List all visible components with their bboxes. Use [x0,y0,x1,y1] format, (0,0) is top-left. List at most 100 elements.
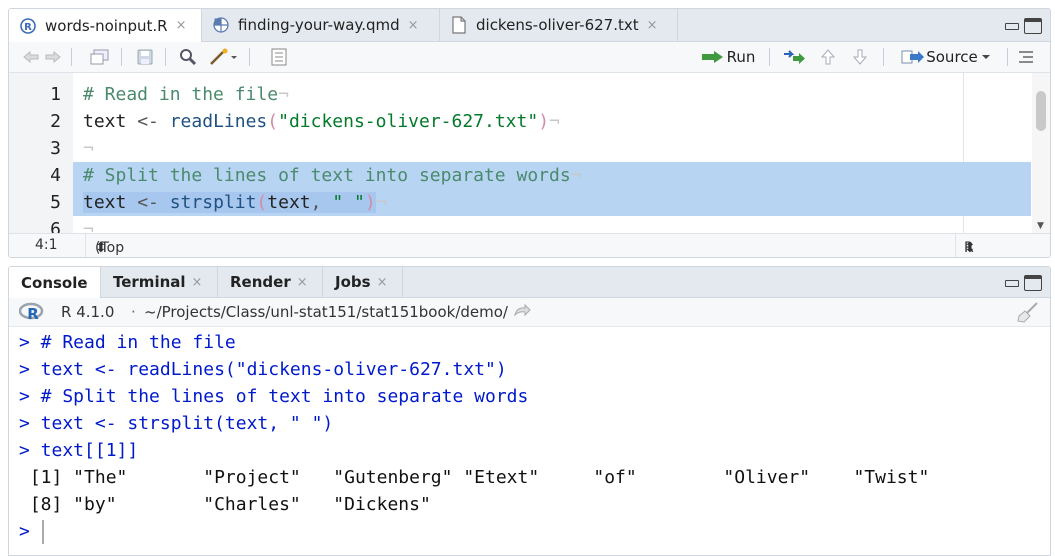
go-to-directory-icon[interactable] [513,303,531,323]
console-pane: Console Terminal × Render × Jobs × R R 4… [8,266,1051,556]
line-number: 6 [50,219,61,233]
source-editor-pane: R words-noinput.R × finding-your-way.qmd… [8,8,1051,258]
code-text: text <- readLines("dickens-oliver-627.tx… [83,108,560,135]
close-icon[interactable]: × [377,275,388,290]
tab-jobs[interactable]: Jobs × [323,267,403,297]
code-editor[interactable]: 1 # Read in the file ¬ 2 text <- readLines("… [9,73,1031,233]
close-icon[interactable]: × [647,18,658,33]
quarto-file-icon [212,16,230,34]
console-info-bar: R R 4.1.0 · ~/Projects/Class/unl-stat151… [9,298,1050,327]
console-output-line: [1] "The" "Project" "Gutenberg" "Etext" … [19,467,930,488]
tab-terminal[interactable]: Terminal × [101,267,218,297]
code-token: ( [256,192,268,213]
code-tools-wand-icon[interactable] [207,45,241,69]
code-line[interactable]: 5 text <- strsplit(text, " ")¬ [9,189,1031,216]
source-icon [901,50,925,64]
r-file-icon: R [19,17,37,35]
tab-console[interactable]: Console [9,267,101,298]
minimize-pane-icon[interactable] [1004,275,1020,289]
scrollbar-thumb[interactable] [1036,91,1046,131]
console-input-line: > text[[1]] [19,440,139,461]
svg-text:R: R [24,22,32,33]
code-text: ¬ [83,135,94,162]
document-outline-icon[interactable] [269,45,289,69]
editor-window-controls [1004,18,1042,34]
run-label: Run [726,48,756,66]
working-directory: ~/Projects/Class/unl-stat151/stat151book… [144,303,508,321]
text-cursor [41,520,44,544]
code-line[interactable]: 6 ¬ [9,216,1031,233]
code-token: ¬ [549,111,560,132]
close-icon[interactable]: × [176,18,187,33]
code-token: ) [538,111,550,132]
code-token: ) [364,192,376,213]
code-token: ¬ [570,165,582,186]
code-token: text [267,192,311,213]
source-label: Source [926,48,978,66]
separator-dot: · [131,303,136,321]
console-input-line: > # Read in the file [19,332,236,353]
code-line[interactable]: 3 ¬ [9,135,1031,162]
line-number: 4 [50,165,61,186]
console-output[interactable]: > # Read in the file > text <- readLines(… [19,329,929,545]
close-icon[interactable]: × [297,275,308,290]
code-token: ( [267,111,279,132]
console-prompt-line[interactable]: > [19,518,929,545]
scroll-down-arrow-icon[interactable]: ▼ [1037,221,1044,231]
back-arrow-icon[interactable] [21,45,41,69]
clear-console-broom-icon[interactable] [1016,301,1040,327]
rerun-icon[interactable] [781,45,807,69]
console-prompt: > [19,521,30,542]
code-token: # Read in the file [83,84,279,105]
code-token: <- [126,192,170,213]
line-number: 2 [50,111,61,132]
tab-render[interactable]: Render × [218,267,323,297]
editor-status-bar: 4:1 (Top Level) ⬍ R Script ⬍ [9,233,1050,257]
run-icon [701,51,723,63]
run-button[interactable]: Run [697,45,759,69]
code-token: text [83,192,127,213]
editor-tab-bar: R words-noinput.R × finding-your-way.qmd… [9,9,1050,42]
tab-label: Console [21,273,88,292]
code-line[interactable]: 4 # Split the lines of text into separate… [9,162,1031,189]
close-icon[interactable]: × [192,275,203,290]
code-line[interactable]: 1 # Read in the file¬ [9,81,1031,108]
console-input-line: > text <- strsplit(text, " ") [19,413,334,434]
console-window-controls [1004,275,1042,291]
minimize-pane-icon[interactable] [1004,18,1020,32]
r-logo-icon: R [18,302,45,326]
tab-finding-your-way[interactable]: finding-your-way.qmd × [202,9,440,41]
console-tab-bar: Console Terminal × Render × Jobs × [9,267,1050,298]
cursor-position: 4:1 [35,237,58,253]
close-icon[interactable]: × [408,18,419,33]
line-number: 1 [50,84,61,105]
code-token: <- [126,111,170,132]
tab-label: finding-your-way.qmd [238,16,400,34]
editor-vertical-scrollbar[interactable]: ▼ [1032,73,1050,233]
code-line[interactable]: 2 text <- readLines("dickens-oliver-627.t… [9,108,1031,135]
code-text: ¬ [83,216,94,233]
maximize-pane-icon[interactable] [1024,18,1042,34]
tab-words-noinput[interactable]: R words-noinput.R × [9,9,202,42]
go-to-next-section-icon[interactable] [849,45,871,69]
console-input-line: > text <- readLines("dickens-oliver-627.… [19,359,507,380]
code-token: , [310,192,333,213]
tab-label: Jobs [335,273,371,291]
chevron-down-icon[interactable] [978,52,994,62]
show-in-window-icon[interactable] [89,45,111,69]
svg-text:R: R [27,305,39,322]
find-replace-icon[interactable] [177,45,199,69]
outline-menu-icon[interactable] [1015,45,1037,69]
save-icon[interactable] [135,45,155,69]
updown-chevron-icon: ⬍ [964,240,976,256]
r-version: R 4.1.0 [61,303,115,321]
go-to-previous-section-icon[interactable] [817,45,839,69]
source-button[interactable]: Source [893,45,1001,69]
maximize-pane-icon[interactable] [1024,275,1042,291]
tab-dickens-oliver[interactable]: dickens-oliver-627.txt × [440,9,678,41]
console-input-line: > # Split the lines of text into separat… [19,386,529,407]
forward-arrow-icon[interactable] [43,45,63,69]
code-token: strsplit [169,192,257,213]
console-output-line: [8] "by" "Charles" "Dickens" [19,494,431,515]
line-number: 5 [50,192,61,213]
